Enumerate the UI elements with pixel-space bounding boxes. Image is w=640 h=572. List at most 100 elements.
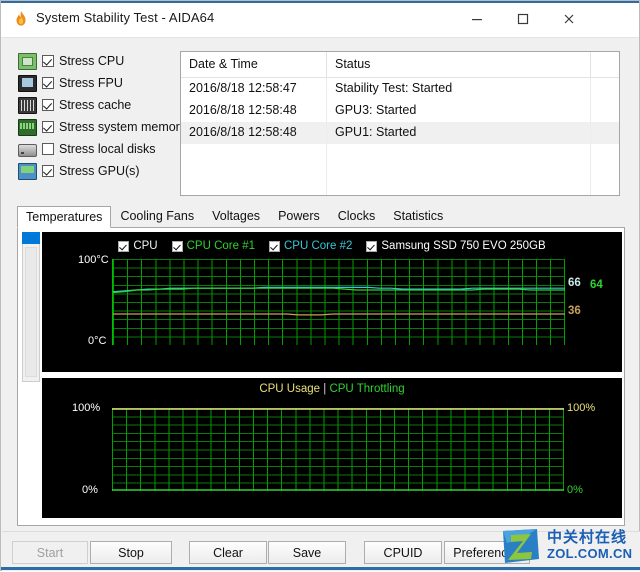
- aida64-stability-window: System Stability Test - AIDA64 Stress CP…: [0, 0, 640, 571]
- column-header-status[interactable]: Status: [327, 52, 591, 77]
- cpu-usage-title-part: CPU Usage: [259, 383, 321, 395]
- cell-datetime: 2016/8/18 12:58:48: [181, 100, 327, 122]
- legend-item-cpu[interactable]: CPU: [118, 240, 158, 252]
- temp-value-core1: 64: [590, 279, 603, 291]
- stress-option-cpu[interactable]: Stress CPU: [18, 51, 168, 71]
- temp-axis-bottom-label: 0°C: [88, 335, 107, 347]
- stress-option-disks[interactable]: Stress local disks: [18, 139, 168, 159]
- legend-item-cpu-core-1[interactable]: CPU Core #1: [171, 240, 255, 252]
- zol-watermark: 中关村在线 ZOL.COM.CN: [497, 522, 640, 570]
- cpu-axis-top-right-label: 100%: [567, 402, 596, 414]
- tab-temperatures[interactable]: Temperatures: [17, 206, 112, 228]
- cpu-axis-bottom-left-label: 0%: [82, 484, 98, 496]
- maximize-button[interactable]: [500, 1, 546, 37]
- cell-datetime: 2016/8/18 12:58:47: [181, 78, 327, 100]
- stress-option-cache[interactable]: Stress cache: [18, 95, 168, 115]
- cell-status: GPU3: Started: [327, 100, 591, 122]
- legend-label-ssd: Samsung SSD 750 EVO 250GB: [381, 240, 546, 252]
- temp-value-cpu: 66: [568, 277, 581, 289]
- temperature-series-svg: [113, 286, 565, 316]
- cell-status: Stability Test: Started: [327, 78, 591, 100]
- stress-gpu-checkbox[interactable]: [42, 165, 54, 177]
- scrollbar-track[interactable]: [25, 247, 37, 377]
- stop-button[interactable]: Stop: [90, 541, 172, 564]
- table-row-empty: [181, 166, 619, 188]
- stress-memory-checkbox[interactable]: [42, 121, 54, 133]
- cpuid-button[interactable]: CPUID: [364, 541, 442, 564]
- zol-domain-text: ZOL.COM.CN: [547, 546, 633, 561]
- chart-scrollbar[interactable]: [22, 232, 40, 382]
- cpu-usage-chart: CPU Usage | CPU Throttling 100% 0% 100% …: [42, 378, 622, 518]
- legend-checkbox-cpu[interactable]: [118, 240, 130, 252]
- legend-item-ssd[interactable]: Samsung SSD 750 EVO 250GB: [366, 240, 546, 252]
- fpu-icon: [18, 74, 37, 92]
- event-log-table[interactable]: Date & Time Status 2016/8/18 12:58:47 St…: [180, 51, 620, 196]
- gpu-icon: [18, 162, 37, 180]
- table-row-empty: [181, 188, 619, 195]
- cell-extra: [591, 100, 619, 122]
- cell-datetime: 2016/8/18 12:58:48: [181, 122, 327, 144]
- cell-extra: [591, 78, 619, 100]
- legend-checkbox-ssd[interactable]: [366, 240, 378, 252]
- cpu-plot-area: [112, 408, 564, 491]
- table-row[interactable]: 2016/8/18 12:58:48 GPU3: Started: [181, 100, 619, 122]
- temp-value-ssd: 36: [568, 305, 581, 317]
- column-header-datetime[interactable]: Date & Time: [181, 52, 327, 77]
- stress-cpu-label: Stress CPU: [59, 54, 125, 68]
- stress-fpu-label: Stress FPU: [59, 76, 123, 90]
- cpu-chart-title: CPU Usage | CPU Throttling: [42, 383, 622, 395]
- cache-icon: [18, 96, 37, 114]
- cpu-axis-bottom-right-label: 0%: [567, 484, 583, 496]
- close-icon[interactable]: [546, 1, 592, 37]
- chart-panel: CPU CPU Core #1 CPU Core #2 Samsung SSD …: [17, 228, 625, 526]
- cell-status: GPU1: Started: [327, 122, 591, 144]
- temperature-plot-area: [112, 259, 565, 345]
- disk-icon: [18, 143, 37, 157]
- table-row[interactable]: 2016/8/18 12:58:47 Stability Test: Start…: [181, 78, 619, 100]
- stress-options-list: Stress CPU Stress FPU Stress cache Stres…: [18, 51, 186, 183]
- stress-option-fpu[interactable]: Stress FPU: [18, 73, 168, 93]
- zol-logo-icon: [499, 525, 541, 567]
- table-header-row: Date & Time Status: [181, 52, 619, 78]
- tab-statistics[interactable]: Statistics: [384, 205, 452, 227]
- cell-extra: [591, 122, 619, 144]
- temp-axis-top-label: 100°C: [78, 254, 109, 266]
- start-button[interactable]: Start: [12, 541, 88, 564]
- table-row[interactable]: 2016/8/18 12:58:48 GPU1: Started: [181, 122, 619, 144]
- client-area: Stress CPU Stress FPU Stress cache Stres…: [2, 38, 638, 569]
- temperature-chart: CPU CPU Core #1 CPU Core #2 Samsung SSD …: [42, 232, 622, 372]
- stress-disks-checkbox[interactable]: [42, 143, 54, 155]
- memory-icon: [18, 118, 37, 136]
- legend-checkbox-cpu-core-2[interactable]: [268, 240, 280, 252]
- stress-option-memory[interactable]: Stress system memory: [18, 117, 186, 137]
- scrollbar-thumb[interactable]: [22, 232, 40, 244]
- bottom-accent-line: [1, 567, 640, 570]
- stress-memory-label: Stress system memory: [59, 120, 187, 134]
- title-bar: System Stability Test - AIDA64: [1, 1, 639, 38]
- zol-chinese-text: 中关村在线: [547, 529, 628, 546]
- stress-fpu-checkbox[interactable]: [42, 77, 54, 89]
- column-header-extra[interactable]: [591, 52, 619, 77]
- cpu-chip-icon: [18, 52, 37, 70]
- legend-label-cpu: CPU: [133, 240, 158, 252]
- cpu-axis-top-left-label: 100%: [72, 402, 101, 414]
- legend-label-cpu-core-2: CPU Core #2: [283, 240, 353, 252]
- legend-label-cpu-core-1: CPU Core #1: [186, 240, 255, 252]
- tab-clocks[interactable]: Clocks: [329, 205, 385, 227]
- stress-option-gpu[interactable]: Stress GPU(s): [18, 161, 168, 181]
- save-button[interactable]: Save: [268, 541, 346, 564]
- minimize-button[interactable]: [454, 1, 500, 37]
- legend-item-cpu-core-2[interactable]: CPU Core #2: [268, 240, 353, 252]
- stress-cache-checkbox[interactable]: [42, 99, 54, 111]
- chart-tabs: Temperatures Cooling Fans Voltages Power…: [17, 205, 625, 228]
- table-row-empty: [181, 144, 619, 166]
- stress-cache-label: Stress cache: [59, 98, 132, 112]
- tab-cooling-fans[interactable]: Cooling Fans: [111, 205, 203, 227]
- tab-powers[interactable]: Powers: [269, 205, 329, 227]
- cpu-throttling-title-part: CPU Throttling: [329, 383, 405, 395]
- cpu-series-svg: [112, 408, 564, 491]
- clear-button[interactable]: Clear: [189, 541, 267, 564]
- stress-cpu-checkbox[interactable]: [42, 55, 54, 67]
- legend-checkbox-cpu-core-1[interactable]: [171, 240, 183, 252]
- tab-voltages[interactable]: Voltages: [203, 205, 269, 227]
